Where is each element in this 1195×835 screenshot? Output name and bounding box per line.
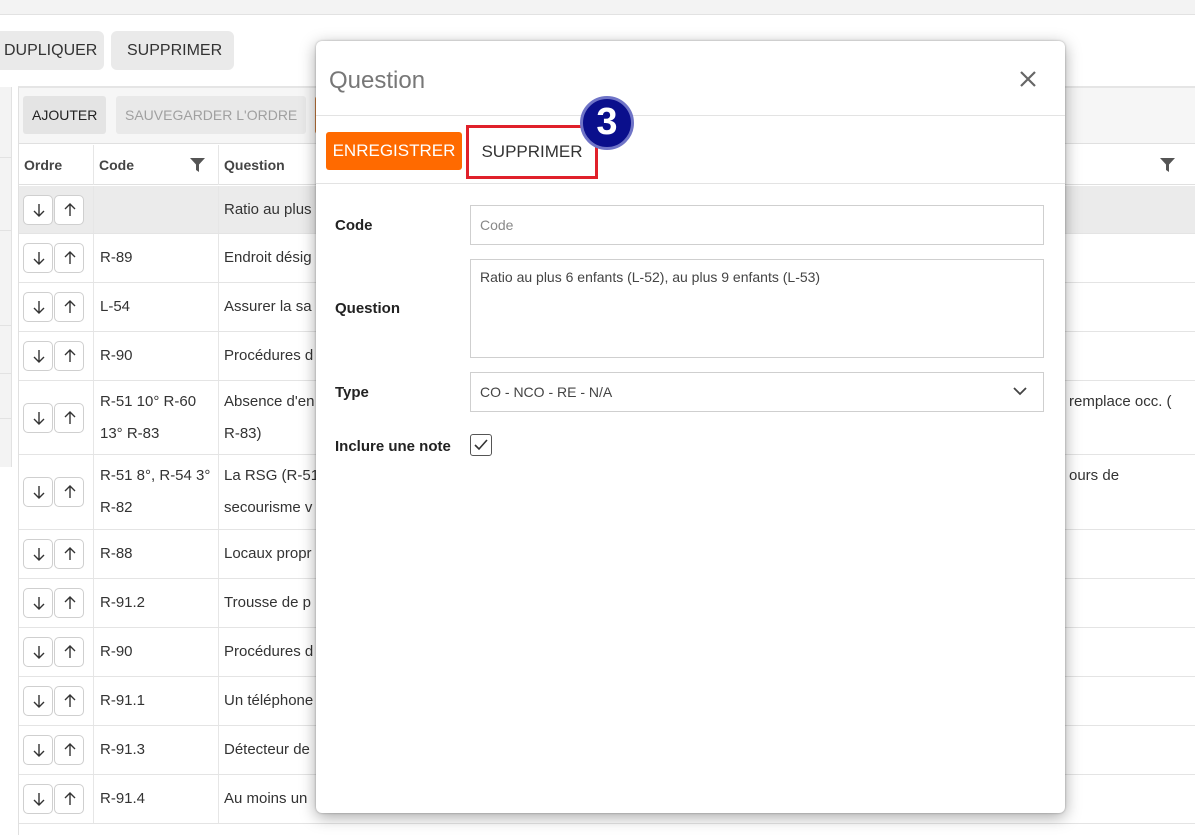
type-select[interactable]: CO - NCO - RE - N/A bbox=[470, 372, 1044, 412]
move-down-button[interactable] bbox=[23, 735, 53, 765]
question-text-tail: ours de bbox=[1069, 467, 1120, 484]
move-down-button[interactable] bbox=[23, 341, 53, 371]
order-controls bbox=[23, 588, 85, 618]
order-cell bbox=[19, 726, 94, 774]
filter-icon[interactable] bbox=[1160, 158, 1175, 172]
type-select-value: CO - NCO - RE - N/A bbox=[480, 384, 613, 400]
divider bbox=[0, 418, 12, 419]
order-cell bbox=[19, 530, 94, 578]
move-up-button[interactable] bbox=[54, 341, 84, 371]
delete-button[interactable]: SUPPRIMER bbox=[111, 31, 234, 70]
check-icon bbox=[474, 439, 488, 451]
order-cell bbox=[19, 775, 94, 823]
save-order-button[interactable]: SAUVEGARDER L'ORDRE bbox=[116, 96, 307, 134]
order-cell bbox=[19, 332, 94, 380]
order-cell bbox=[19, 628, 94, 676]
order-cell bbox=[19, 455, 94, 529]
order-controls bbox=[23, 341, 85, 371]
order-controls bbox=[23, 292, 85, 322]
type-label: Type bbox=[335, 384, 369, 401]
code-cell: R-90 bbox=[94, 628, 219, 676]
duplicate-button[interactable]: DUPLIQUER bbox=[0, 31, 104, 70]
question-text-tail: remplace occ. ( bbox=[1069, 393, 1172, 410]
order-cell bbox=[19, 381, 94, 454]
column-header-code-label: Code bbox=[99, 157, 134, 173]
order-cell bbox=[19, 186, 94, 233]
add-button[interactable]: AJOUTER bbox=[23, 96, 107, 134]
order-cell bbox=[19, 579, 94, 627]
order-controls bbox=[23, 243, 85, 273]
move-up-button[interactable] bbox=[54, 735, 84, 765]
left-panel bbox=[0, 87, 12, 467]
move-up-button[interactable] bbox=[54, 588, 84, 618]
include-note-checkbox[interactable] bbox=[470, 434, 492, 456]
order-controls bbox=[23, 686, 85, 716]
move-up-button[interactable] bbox=[54, 243, 84, 273]
move-down-button[interactable] bbox=[23, 402, 53, 433]
move-down-button[interactable] bbox=[23, 784, 53, 814]
code-cell: R-89 bbox=[94, 234, 219, 282]
move-up-button[interactable] bbox=[54, 477, 84, 507]
order-cell bbox=[19, 283, 94, 331]
question-dialog: Question ENREGISTRER SUPPRIMER 3 Code Co… bbox=[316, 41, 1065, 813]
order-controls bbox=[23, 784, 85, 814]
filter-icon[interactable] bbox=[190, 158, 205, 172]
move-down-button[interactable] bbox=[23, 539, 53, 569]
move-up-button[interactable] bbox=[54, 292, 84, 322]
include-note-label: Inclure une note bbox=[335, 438, 451, 455]
code-cell: R-88 bbox=[94, 530, 219, 578]
code-cell: R-91.1 bbox=[94, 677, 219, 725]
move-up-button[interactable] bbox=[54, 784, 84, 814]
move-down-button[interactable] bbox=[23, 292, 53, 322]
move-down-button[interactable] bbox=[23, 194, 53, 225]
order-controls bbox=[23, 477, 85, 507]
move-down-button[interactable] bbox=[23, 243, 53, 273]
code-cell: R-91.3 bbox=[94, 726, 219, 774]
move-down-button[interactable] bbox=[23, 588, 53, 618]
move-up-button[interactable] bbox=[54, 402, 84, 433]
order-cell bbox=[19, 234, 94, 282]
code-cell: R-51 8°, R-54 3° R-82 bbox=[94, 455, 219, 529]
divider bbox=[316, 183, 1065, 184]
code-cell: R-90 bbox=[94, 332, 219, 380]
move-up-button[interactable] bbox=[54, 539, 84, 569]
question-textarea[interactable]: Ratio au plus 6 enfants (L-52), au plus … bbox=[470, 259, 1044, 358]
order-controls bbox=[23, 735, 85, 765]
order-controls bbox=[23, 194, 85, 225]
column-header-ordre[interactable]: Ordre bbox=[19, 145, 94, 185]
close-icon[interactable] bbox=[1017, 68, 1039, 90]
code-label: Code bbox=[335, 217, 373, 234]
order-cell bbox=[19, 677, 94, 725]
divider bbox=[0, 325, 12, 326]
code-cell: L-54 bbox=[94, 283, 219, 331]
code-cell: R-51 10° R-60 13° R-83 bbox=[94, 381, 219, 454]
order-controls bbox=[23, 539, 85, 569]
code-cell bbox=[94, 186, 219, 233]
step-badge: 3 bbox=[580, 96, 634, 150]
divider bbox=[0, 230, 12, 231]
dialog-title: Question bbox=[329, 67, 426, 94]
dialog-delete-button[interactable]: SUPPRIMER bbox=[466, 125, 598, 179]
divider bbox=[0, 373, 12, 374]
move-down-button[interactable] bbox=[23, 686, 53, 716]
save-button[interactable]: ENREGISTRER bbox=[326, 132, 462, 170]
order-controls bbox=[23, 637, 85, 667]
move-down-button[interactable] bbox=[23, 637, 53, 667]
move-up-button[interactable] bbox=[54, 686, 84, 716]
code-cell: R-91.2 bbox=[94, 579, 219, 627]
move-up-button[interactable] bbox=[54, 194, 84, 225]
code-cell: R-91.4 bbox=[94, 775, 219, 823]
order-controls bbox=[23, 402, 85, 433]
question-label: Question bbox=[335, 300, 401, 317]
divider bbox=[0, 157, 12, 158]
column-header-question-label: Question bbox=[224, 157, 285, 173]
move-down-button[interactable] bbox=[23, 477, 53, 507]
top-bar bbox=[0, 0, 1195, 15]
code-input[interactable]: Code bbox=[470, 205, 1044, 245]
move-up-button[interactable] bbox=[54, 637, 84, 667]
chevron-down-icon bbox=[1013, 387, 1027, 396]
divider bbox=[316, 115, 1065, 116]
